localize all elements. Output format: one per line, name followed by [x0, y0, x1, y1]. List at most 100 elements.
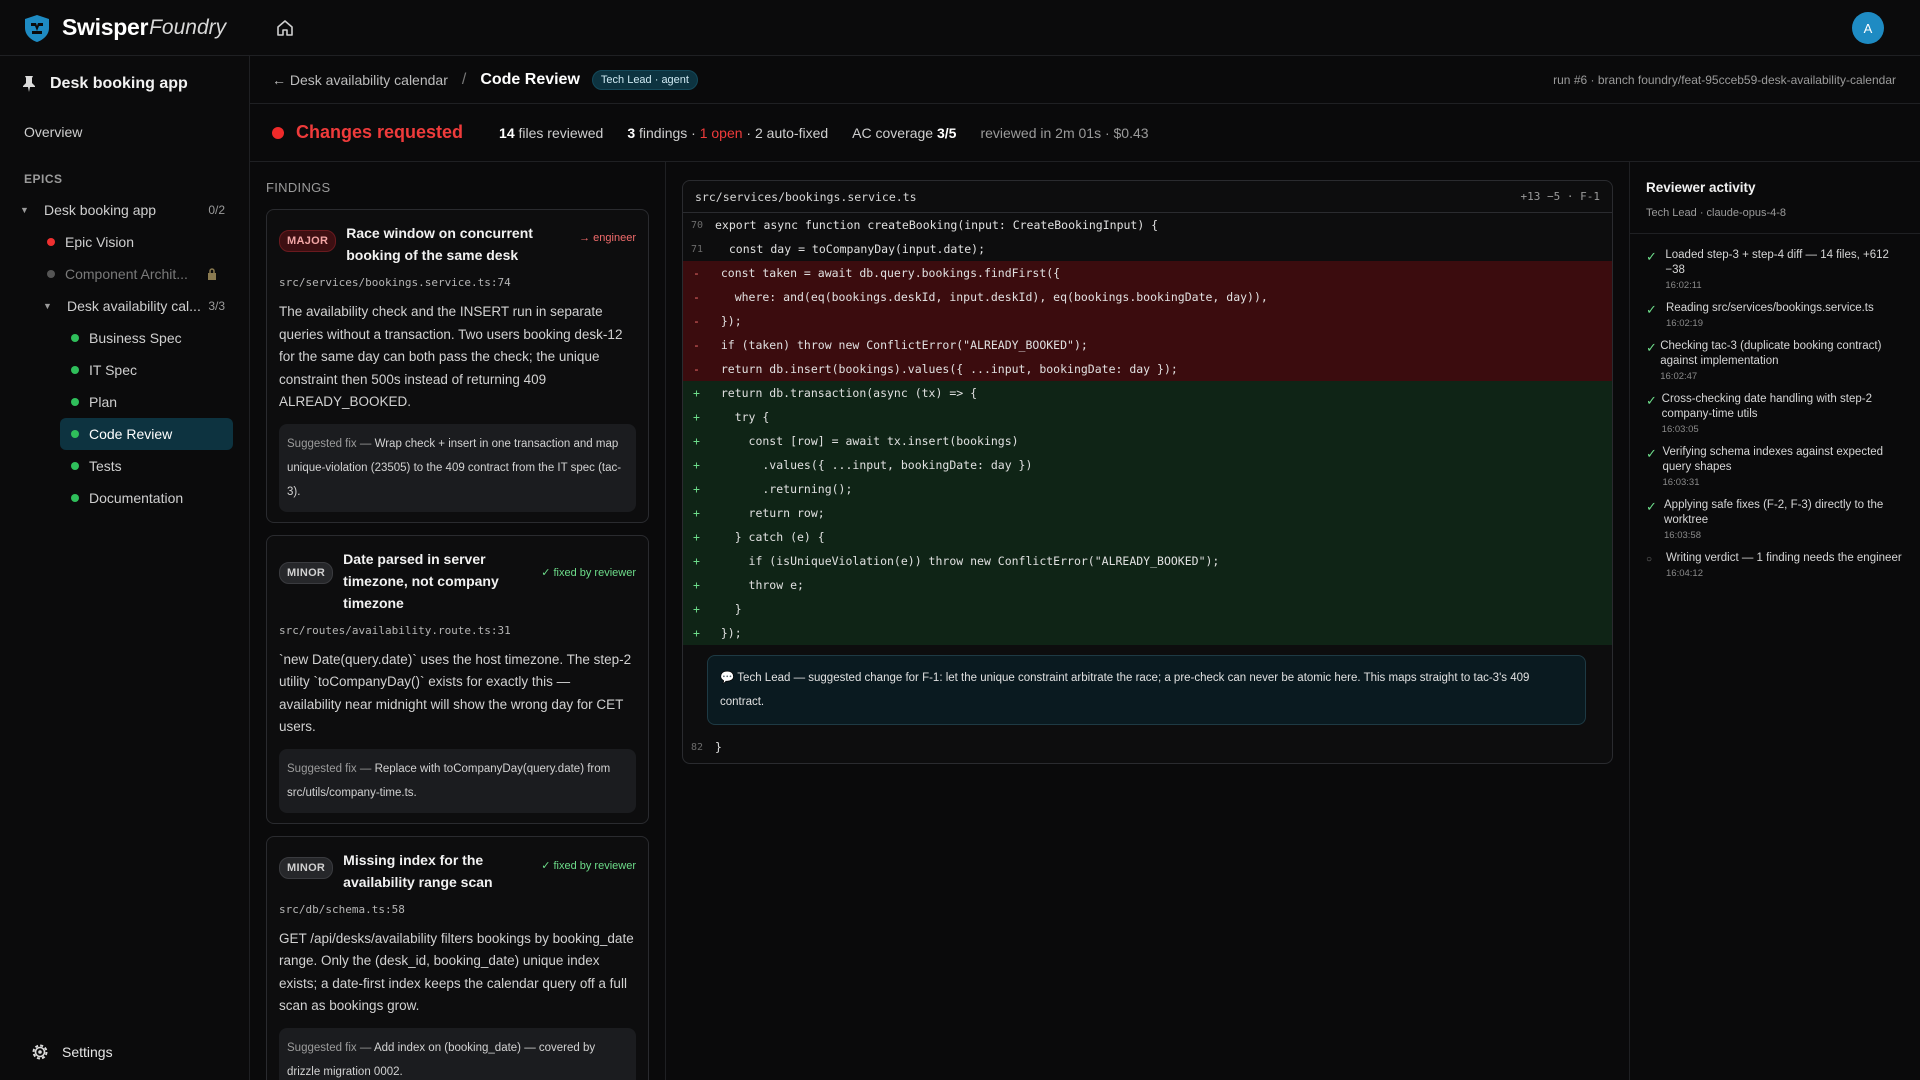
file-reference[interactable]: src/services/bookings.service.ts:74 [279, 276, 636, 289]
home-icon[interactable] [274, 17, 296, 39]
line-code: }); [707, 314, 742, 328]
activity-item: ✓ Checking tac-3 (duplicate booking contr… [1646, 339, 1904, 382]
findings-panel: FINDINGS MAJOR Race window on concurrent… [250, 162, 666, 1080]
file-reference[interactable]: src/routes/availability.route.ts:31 [279, 624, 636, 637]
diff-filename[interactable]: src/services/bookings.service.ts [695, 190, 917, 204]
epic-desk-availability[interactable]: ▼ Desk availability cal... 3/3 [0, 290, 249, 322]
line-code: export async function createBooking(inpu… [715, 218, 1159, 232]
verdict-label: Changes requested [296, 122, 464, 142]
activity-list: ✓ Loaded step-3 + step-4 diff — 14 files,… [1646, 248, 1904, 579]
sidebar-item-label: Plan [89, 394, 118, 410]
diff-viewer: src/services/bookings.service.ts +13 −5 … [682, 180, 1613, 764]
activity-time: 16:03:31 [1662, 477, 1700, 488]
sidebar-item-tests[interactable]: Tests [0, 450, 249, 482]
diff-line-added: + return db.transaction(async (tx) => { [683, 381, 1612, 405]
brand-suffix: Foundry [149, 15, 227, 39]
finding-card[interactable]: MAJOR Race window on concurrent booking … [266, 209, 649, 523]
logo[interactable]: Swisper Foundry [22, 0, 226, 56]
settings-button[interactable]: Settings [30, 1042, 113, 1062]
divider [1630, 233, 1920, 234]
diff-stats: +13 −5 · F-1 [1520, 190, 1600, 203]
diff-sign: + [693, 578, 700, 592]
back-link[interactable]: ← Desk availability calendar [272, 72, 448, 88]
sidebar-item-business-spec[interactable]: Business Spec [0, 322, 249, 354]
activity-time: 16:03:58 [1664, 530, 1701, 541]
line-code: const [row] = await tx.insert(bookings) [707, 434, 1019, 448]
assignee-tag: → engineer [579, 232, 636, 244]
status-dot [71, 462, 79, 470]
diff-line-added: + const [row] = await tx.insert(bookings… [683, 429, 1612, 453]
line-code: where: and(eq(bookings.deskId, input.des… [707, 290, 1268, 304]
check-icon: ✓ [1646, 393, 1657, 408]
sidebar-item-documentation[interactable]: Documentation [0, 482, 249, 514]
page-title: Code Review [480, 70, 580, 88]
line-code: return db.insert(bookings).values({ ...i… [707, 362, 1178, 376]
sidebar-item-label: Epic Vision [65, 234, 135, 250]
line-code: .returning(); [707, 482, 853, 496]
review-summary: Changes requested 14 files reviewed 3 fi… [250, 104, 1920, 162]
check-icon: ✓ [1646, 302, 1657, 317]
pin-icon [23, 76, 35, 92]
severity-badge: MINOR [279, 561, 334, 584]
breadcrumb: ← Desk availability calendar / Code Revi… [250, 56, 1920, 104]
sidebar-item-it-spec[interactable]: IT Spec [0, 354, 249, 386]
finding-card[interactable]: MINOR Missing index for the availability… [266, 835, 649, 1080]
activity-text: Writing verdict — 1 finding needs the en… [1666, 552, 1902, 564]
project-header[interactable]: Desk booking app [0, 56, 249, 112]
status-dot [47, 238, 55, 246]
epics-label: EPICS [24, 172, 63, 186]
epic-count: 3/3 [208, 299, 225, 313]
avatar[interactable]: A [1852, 12, 1884, 44]
sidebar-item-plan[interactable]: Plan [0, 386, 249, 418]
epic-desk-booking-app[interactable]: ▼ Desk booking app 0/2 [0, 194, 249, 226]
status-dot [71, 494, 79, 502]
diff-line: 71 const day = toCompanyDay(input.date); [683, 237, 1612, 261]
finding-title: Date parsed in server timezone, not comp… [343, 550, 499, 611]
gear-icon [32, 1044, 48, 1060]
sidebar-item-code-review[interactable]: Code Review [60, 418, 233, 450]
diff-sign: - [693, 266, 700, 280]
fixed-tag: ✓ fixed by reviewer [541, 859, 636, 872]
activity-item: ✓ Cross-checking date handling with step-… [1646, 392, 1904, 435]
line-code: if (taken) throw new ConflictError("ALRE… [707, 338, 1088, 352]
sidebar-item-label: Code Review [89, 426, 173, 442]
chevron-down-icon[interactable]: ▼ [20, 205, 30, 215]
status-dot [71, 334, 79, 342]
diff-line-added: + }); [683, 621, 1612, 645]
activity-time: 16:03:05 [1661, 424, 1699, 435]
diff-header: src/services/bookings.service.ts +13 −5 … [683, 181, 1612, 213]
finding-description: `new Date(query.date)` uses the host tim… [279, 651, 632, 735]
finding-card[interactable]: MINOR Date parsed in server timezone, no… [266, 534, 649, 824]
file-reference[interactable]: src/db/schema.ts:58 [279, 903, 636, 916]
check-icon: ✓ [1646, 340, 1657, 355]
check-icon: ✓ [1646, 249, 1657, 264]
findings-summary: 3 findings · 1 open · 2 auto-fixed [627, 124, 829, 141]
diff-lines: 70 export async function createBooking(in… [683, 213, 1612, 645]
activity-subtitle: Tech Lead · claude-opus-4-8 [1646, 207, 1787, 219]
activity-time: 16:02:47 [1660, 371, 1698, 382]
suggested-fix: Suggested fix — Replace with toCompanyDa… [279, 748, 636, 813]
sidebar: Desk booking app Overview EPICS ▼ Desk b… [0, 56, 250, 1080]
activity-title: Reviewer activity [1646, 180, 1756, 195]
finding-description: GET /api/desks/availability filters book… [279, 930, 634, 1014]
activity-text: Loaded step-3 + step-4 diff — 14 files, … [1665, 249, 1889, 276]
shield-logo-icon [25, 14, 49, 42]
activity-item: ✓ Verifying schema indexes against expect… [1646, 445, 1904, 488]
findings-label: FINDINGS [266, 180, 331, 195]
diff-line-removed: - const taken = await db.query.bookings.… [683, 261, 1612, 285]
diff-sign: + [693, 386, 700, 400]
diff-sign: + [693, 554, 700, 568]
nav-overview[interactable]: Overview [0, 112, 249, 152]
line-code: }); [707, 626, 742, 640]
suggested-fix: Suggested fix — Add index on (booking_da… [279, 1027, 636, 1080]
diff-line-removed: - where: and(eq(bookings.deskId, input.d… [683, 285, 1612, 309]
sidebar-item-label: Business Spec [89, 330, 182, 346]
chevron-down-icon[interactable]: ▼ [43, 301, 53, 311]
ac-coverage: AC coverage 3/5 [852, 124, 957, 141]
sidebar-item-epic-vision[interactable]: Epic Vision [0, 226, 249, 258]
suggested-fix: Suggested fix — Wrap check + insert in o… [279, 423, 636, 512]
activity-item: ✓ Applying safe fixes (F-2, F-3) directly… [1646, 498, 1904, 541]
reviewer-activity-panel: Reviewer activity Tech Lead · claude-opu… [1630, 162, 1920, 1080]
diff-line-removed: - if (taken) throw new ConflictError("AL… [683, 333, 1612, 357]
sidebar-item-component-architecture[interactable]: Component Archit... [0, 258, 249, 290]
